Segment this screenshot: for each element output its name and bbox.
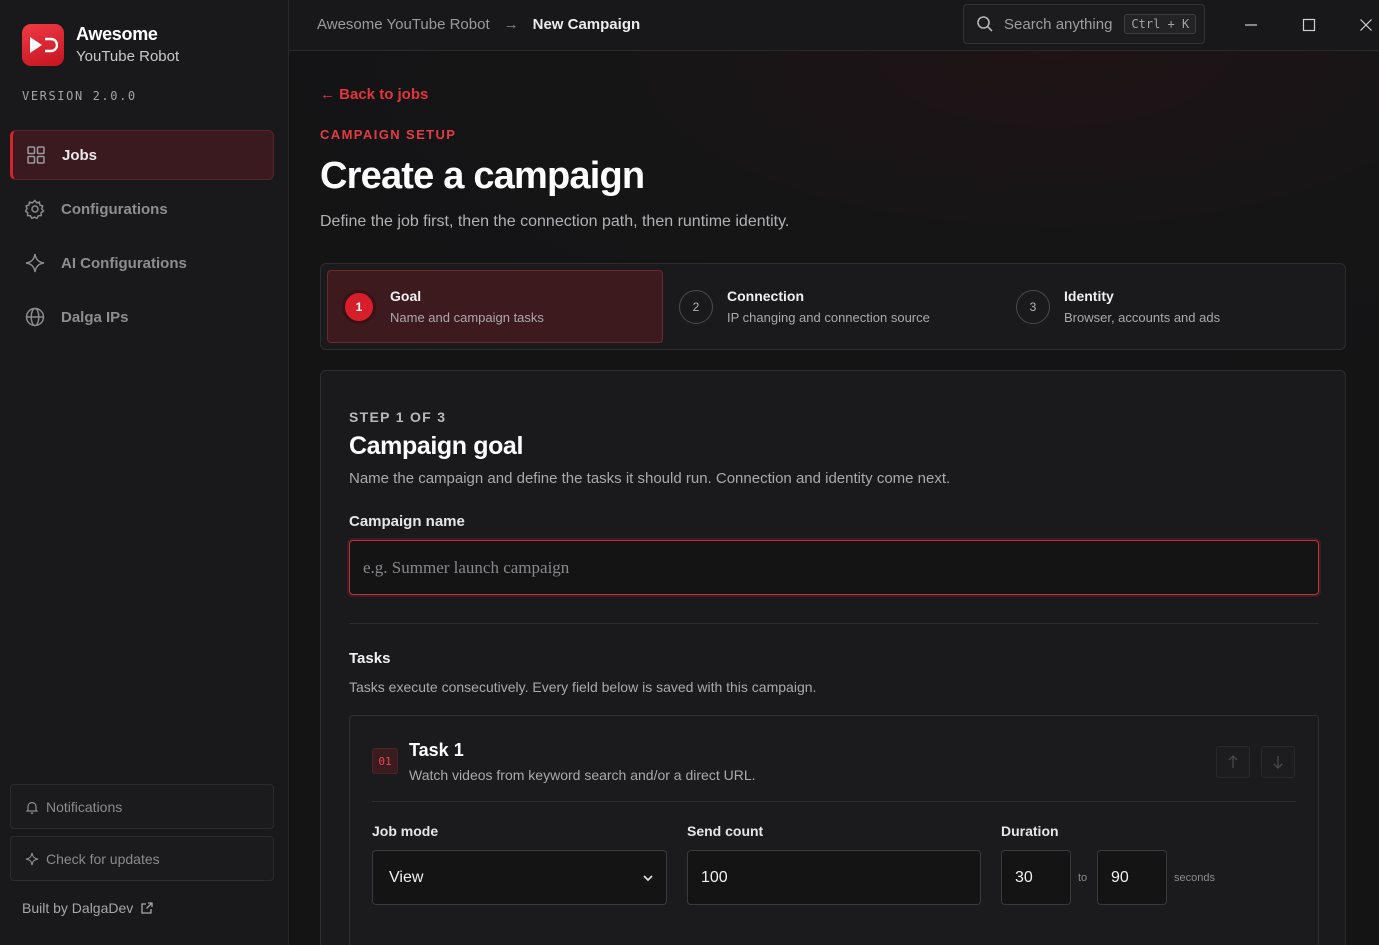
move-down-button[interactable] [1261, 746, 1295, 778]
back-to-jobs-link[interactable]: ← Back to jobs [320, 86, 428, 103]
step-indicator: STEP 1 OF 3 [349, 409, 447, 425]
built-by-label: Built by DalgaDev [22, 900, 134, 916]
sidebar-item-jobs[interactable]: Jobs [10, 130, 274, 180]
job-mode-value: View [389, 868, 424, 886]
step-number: 3 [1016, 289, 1050, 324]
globe-icon [24, 306, 46, 328]
divider [349, 623, 1319, 624]
send-count-input[interactable]: 100 [687, 850, 981, 905]
brand-title: Awesome [76, 24, 158, 45]
external-link-icon [141, 902, 153, 914]
step-number: 2 [679, 289, 713, 324]
duration-min-input[interactable]: 30 [1001, 850, 1071, 905]
step-identity[interactable]: 3 Identity Browser, accounts and ads [1002, 270, 1338, 343]
gear-icon [24, 198, 46, 220]
search-shortcut: Ctrl + K [1124, 14, 1197, 34]
notifications-label: Notifications [46, 798, 123, 815]
page-title: Create a campaign [320, 155, 645, 197]
step-title: Goal [390, 287, 422, 304]
arrow-up-icon [1228, 755, 1238, 768]
job-mode-label: Job mode [372, 823, 439, 839]
arrow-right-icon: → [503, 16, 519, 33]
search-placeholder: Search anything [1004, 15, 1113, 33]
brand[interactable]: Awesome YouTube Robot [22, 24, 179, 66]
search-icon [977, 16, 993, 32]
page-eyebrow: CAMPAIGN SETUP [320, 127, 457, 142]
sidebar: Awesome YouTube Robot VERSION 2.0.0 Jobs… [0, 0, 289, 945]
task-title: Task 1 [409, 740, 464, 760]
step-description: Name and campaign tasks [390, 309, 544, 325]
brand-subtitle: YouTube Robot [76, 47, 180, 65]
sidebar-item-label: AI Configurations [61, 254, 187, 272]
task-card: 01 Task 1 Watch videos from keyword sear… [349, 715, 1319, 945]
sparkle-icon [24, 252, 46, 274]
main-content: ← Back to jobs CAMPAIGN SETUP Create a c… [290, 51, 1379, 945]
check-updates-label: Check for updates [46, 850, 160, 867]
grid-icon [25, 144, 47, 166]
divider [372, 801, 1296, 802]
step-title: Identity [1064, 287, 1114, 304]
duration-unit: seconds [1174, 872, 1215, 884]
step-goal[interactable]: 1 Goal Name and campaign tasks [327, 270, 663, 343]
card-subtitle: Name the campaign and define the tasks i… [349, 470, 951, 487]
minimize-icon [1245, 24, 1257, 26]
move-up-button[interactable] [1216, 746, 1250, 778]
sparkle-icon [25, 852, 39, 865]
page-subtitle: Define the job first, then the connectio… [320, 213, 790, 230]
search-box[interactable]: Search anything Ctrl + K [963, 4, 1205, 44]
notifications-button[interactable]: Notifications [10, 784, 274, 829]
step-connection[interactable]: 2 Connection IP changing and connection … [665, 270, 1001, 343]
built-by-link[interactable]: Built by DalgaDev [22, 900, 154, 916]
bell-icon [25, 801, 39, 814]
duration-min-value: 30 [1015, 868, 1033, 886]
breadcrumb-root[interactable]: Awesome YouTube Robot [317, 16, 490, 33]
campaign-name-input[interactable] [349, 540, 1319, 595]
maximize-button[interactable] [1294, 10, 1324, 40]
send-count-value: 100 [701, 868, 728, 886]
task-number-badge: 01 [372, 748, 398, 774]
breadcrumb: Awesome YouTube Robot → New Campaign [317, 16, 640, 33]
sidebar-item-configurations[interactable]: Configurations [10, 184, 274, 234]
step-number: 1 [342, 289, 376, 324]
maximize-icon [1302, 18, 1316, 32]
minimize-button[interactable] [1236, 10, 1266, 40]
sidebar-item-label: Configurations [61, 200, 168, 218]
sidebar-item-label: Dalga IPs [61, 308, 129, 326]
step-title: Connection [727, 287, 804, 304]
send-count-label: Send count [687, 823, 764, 839]
duration-max-value: 90 [1111, 868, 1129, 886]
check-updates-button[interactable]: Check for updates [10, 836, 274, 881]
step-description: Browser, accounts and ads [1064, 309, 1221, 325]
task-subtitle: Watch videos from keyword search and/or … [409, 767, 756, 783]
chevron-down-icon [643, 875, 653, 882]
youtube-robot-logo-icon [22, 24, 64, 66]
version-label: VERSION 2.0.0 [22, 89, 137, 103]
sidebar-item-label: Jobs [62, 146, 98, 164]
sidebar-item-ai-configurations[interactable]: AI Configurations [10, 238, 274, 288]
duration-label: Duration [1001, 823, 1059, 839]
top-bar: Awesome YouTube Robot → New Campaign Sea… [289, 0, 1379, 51]
tasks-subtitle: Tasks execute consecutively. Every field… [349, 679, 817, 695]
arrow-down-icon [1273, 756, 1283, 769]
breadcrumb-current: New Campaign [532, 16, 641, 33]
close-icon [1360, 19, 1372, 31]
sidebar-item-dalga-ips[interactable]: Dalga IPs [10, 292, 274, 342]
tasks-title: Tasks [349, 650, 391, 667]
close-button[interactable] [1351, 10, 1379, 40]
job-mode-select[interactable]: View [372, 850, 667, 905]
card-title: Campaign goal [349, 432, 523, 460]
campaign-stepper: 1 Goal Name and campaign tasks 2 Connect… [320, 263, 1346, 350]
campaign-goal-card: STEP 1 OF 3 Campaign goal Name the campa… [320, 370, 1346, 945]
campaign-name-label: Campaign name [349, 513, 465, 530]
step-description: IP changing and connection source [727, 309, 930, 325]
duration-max-input[interactable]: 90 [1097, 850, 1167, 905]
duration-separator: to [1078, 872, 1088, 884]
sidebar-nav: Jobs Configurations AI Configurations Da… [10, 130, 274, 346]
